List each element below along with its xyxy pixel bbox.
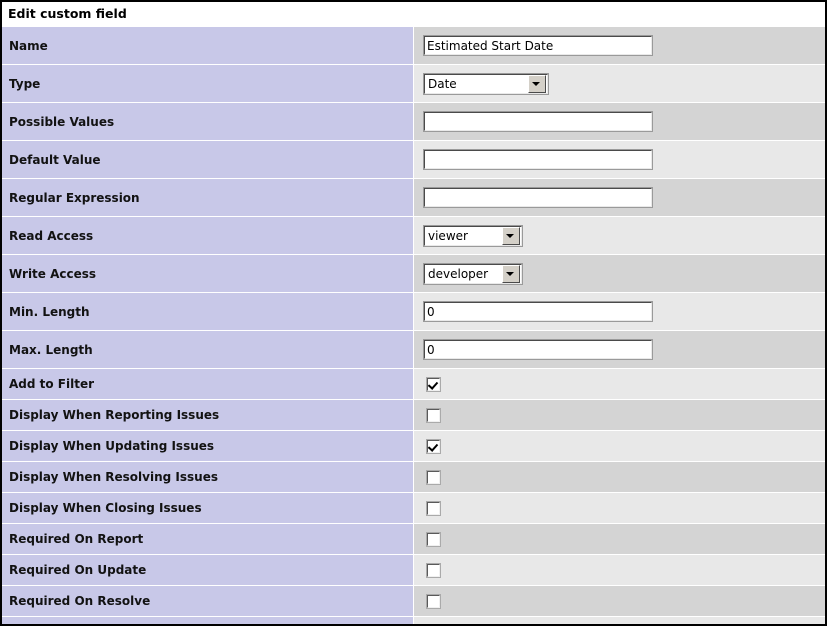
label-display-when-resolving-issues: Display When Resolving Issues	[2, 462, 414, 493]
form-row-add-to-filter: Add to Filter	[2, 369, 825, 400]
input-wrapper-name	[424, 36, 652, 55]
value-cell-required-on-update	[414, 555, 826, 586]
value-cell-possible-values	[414, 103, 826, 141]
select-write-access[interactable]: developer	[424, 264, 522, 284]
input-regular-expression[interactable]	[424, 188, 652, 207]
form-row-display-when-closing-issues: Display When Closing Issues	[2, 493, 825, 524]
edit-custom-field-page: Edit custom field NameType Date Possible V…	[0, 0, 827, 626]
value-cell-name	[414, 27, 826, 65]
label-display-when-closing-issues: Display When Closing Issues	[2, 493, 414, 524]
form-row-required-on-report: Required On Report	[2, 524, 825, 555]
checkbox-required-on-resolve[interactable]	[427, 595, 440, 608]
form-row-required-on-update: Required On Update	[2, 555, 825, 586]
value-cell-max-length	[414, 331, 826, 369]
label-required-on-report: Required On Report	[2, 524, 414, 555]
checkbox-required-on-update[interactable]	[427, 564, 440, 577]
label-required-on-resolve: Required On Resolve	[2, 586, 414, 617]
select-read-access[interactable]: viewer	[424, 226, 522, 246]
label-type: Type	[2, 65, 414, 103]
input-name[interactable]	[424, 36, 652, 55]
chevron-down-icon[interactable]	[528, 75, 546, 93]
input-wrapper-max-length	[424, 340, 652, 359]
value-cell-default-value	[414, 141, 826, 179]
value-cell-required-on-resolve	[414, 586, 826, 617]
value-cell-display-when-closing-issues	[414, 493, 826, 524]
value-cell-read-access: viewer	[414, 217, 826, 255]
form-row-display-when-resolving-issues: Display When Resolving Issues	[2, 462, 825, 493]
form-row-display-when-reporting-issues: Display When Reporting Issues	[2, 400, 825, 431]
label-name: Name	[2, 27, 414, 65]
value-cell-required-on-report	[414, 524, 826, 555]
input-min-length[interactable]	[424, 302, 652, 321]
form-row-default-value: Default Value	[2, 141, 825, 179]
form-row-possible-values: Possible Values	[2, 103, 825, 141]
form-row-type: Type Date	[2, 65, 825, 103]
label-max-length: Max. Length	[2, 331, 414, 369]
value-cell-display-when-resolving-issues	[414, 462, 826, 493]
checkbox-display-when-reporting-issues[interactable]	[427, 409, 440, 422]
form-row-display-when-updating-issues: Display When Updating Issues	[2, 431, 825, 462]
label-read-access: Read Access	[2, 217, 414, 255]
form-row-name: Name	[2, 27, 825, 65]
input-possible-values[interactable]	[424, 112, 652, 131]
input-wrapper-min-length	[424, 302, 652, 321]
label-required-on-close: Required On Close	[2, 617, 414, 626]
page-title: Edit custom field	[2, 2, 825, 27]
form-row-max-length: Max. Length	[2, 331, 825, 369]
form-row-read-access: Read Access viewer	[2, 217, 825, 255]
label-required-on-update: Required On Update	[2, 555, 414, 586]
label-write-access: Write Access	[2, 255, 414, 293]
chevron-down-icon[interactable]	[502, 265, 520, 283]
select-value-read-access: viewer	[425, 228, 502, 244]
value-cell-add-to-filter	[414, 369, 826, 400]
form-row-min-length: Min. Length	[2, 293, 825, 331]
input-max-length[interactable]	[424, 340, 652, 359]
checkbox-display-when-resolving-issues[interactable]	[427, 471, 440, 484]
checkbox-display-when-closing-issues[interactable]	[427, 502, 440, 515]
label-possible-values: Possible Values	[2, 103, 414, 141]
checkbox-required-on-report[interactable]	[427, 533, 440, 546]
form-body: Edit custom field	[2, 2, 825, 27]
label-regular-expression: Regular Expression	[2, 179, 414, 217]
value-cell-regular-expression	[414, 179, 826, 217]
input-wrapper-possible-values	[424, 112, 652, 131]
select-value-type: Date	[425, 76, 528, 92]
form-rows: NameType Date Possible ValuesDefault Value…	[2, 27, 825, 626]
select-value-write-access: developer	[425, 266, 502, 282]
label-display-when-reporting-issues: Display When Reporting Issues	[2, 400, 414, 431]
input-default-value[interactable]	[424, 150, 652, 169]
value-cell-type: Date	[414, 65, 826, 103]
form-row-required-on-close: Required On Close	[2, 617, 825, 626]
label-add-to-filter: Add to Filter	[2, 369, 414, 400]
value-cell-display-when-reporting-issues	[414, 400, 826, 431]
input-wrapper-regular-expression	[424, 188, 652, 207]
form-row-required-on-resolve: Required On Resolve	[2, 586, 825, 617]
select-type[interactable]: Date	[424, 74, 548, 94]
label-min-length: Min. Length	[2, 293, 414, 331]
label-default-value: Default Value	[2, 141, 414, 179]
value-cell-required-on-close	[414, 617, 826, 626]
form-row-regular-expression: Regular Expression	[2, 179, 825, 217]
custom-field-form: Edit custom field NameType Date Possible V…	[2, 2, 825, 626]
value-cell-display-when-updating-issues	[414, 431, 826, 462]
form-row-write-access: Write Access developer	[2, 255, 825, 293]
checkbox-add-to-filter[interactable]	[427, 378, 440, 391]
form-title-row: Edit custom field	[2, 2, 825, 27]
input-wrapper-default-value	[424, 150, 652, 169]
value-cell-write-access: developer	[414, 255, 826, 293]
label-display-when-updating-issues: Display When Updating Issues	[2, 431, 414, 462]
value-cell-min-length	[414, 293, 826, 331]
chevron-down-icon[interactable]	[502, 227, 520, 245]
checkbox-display-when-updating-issues[interactable]	[427, 440, 440, 453]
